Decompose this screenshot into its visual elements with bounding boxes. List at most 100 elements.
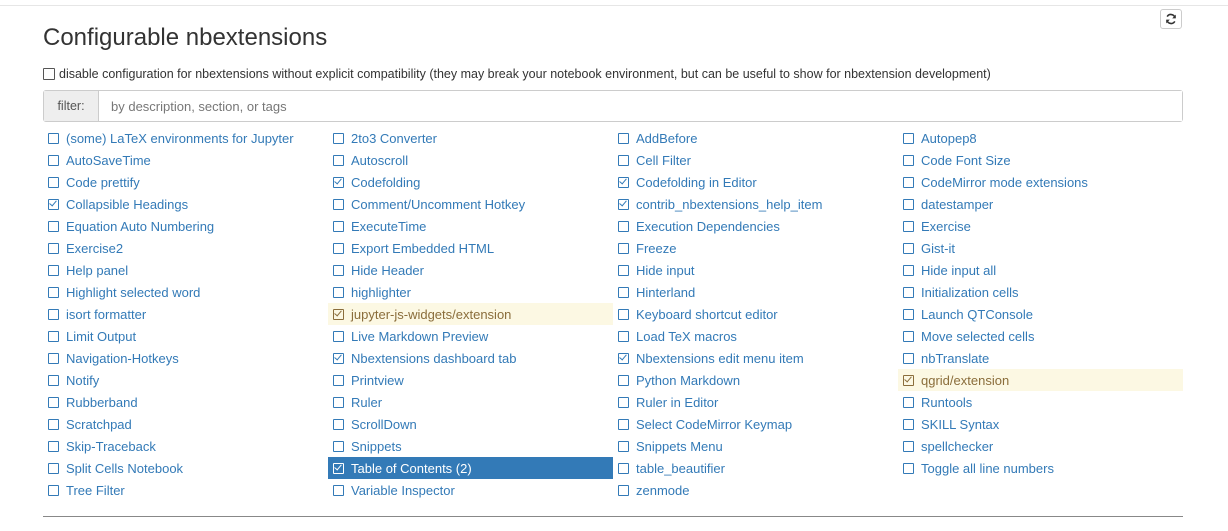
enable-checkbox[interactable] (333, 220, 344, 232)
enable-checkbox[interactable] (48, 132, 59, 144)
nbextension-item[interactable]: contrib_nbextensions_help_item (613, 193, 898, 215)
nbextension-item[interactable]: Hinterland (613, 281, 898, 303)
enable-checkbox[interactable] (48, 154, 59, 166)
nbextension-item[interactable]: Printview (328, 369, 613, 391)
enable-checkbox[interactable] (903, 242, 914, 254)
nbextension-item[interactable]: Hide Header (328, 259, 613, 281)
enable-checkbox[interactable] (903, 132, 914, 144)
nbextension-item[interactable]: CodeMirror mode extensions (898, 171, 1183, 193)
nbextension-item[interactable]: Limit Output (43, 325, 328, 347)
nbextension-item[interactable]: Freeze (613, 237, 898, 259)
nbextension-item[interactable]: ScrollDown (328, 413, 613, 435)
nbextension-item[interactable]: Equation Auto Numbering (43, 215, 328, 237)
enable-checkbox[interactable] (903, 374, 914, 386)
nbextension-item[interactable]: Runtools (898, 391, 1183, 413)
nbextension-item[interactable]: Highlight selected word (43, 281, 328, 303)
nbextension-item[interactable]: Execution Dependencies (613, 215, 898, 237)
enable-checkbox[interactable] (48, 264, 59, 276)
enable-checkbox[interactable] (48, 242, 59, 254)
enable-checkbox[interactable] (618, 308, 629, 320)
enable-checkbox[interactable] (618, 154, 629, 166)
enable-checkbox[interactable] (333, 242, 344, 254)
nbextension-item[interactable]: jupyter-js-widgets/extension (328, 303, 613, 325)
nbextension-item[interactable]: Launch QTConsole (898, 303, 1183, 325)
enable-checkbox[interactable] (618, 176, 629, 188)
nbextension-item[interactable]: (some) LaTeX environments for Jupyter (43, 127, 328, 149)
enable-checkbox[interactable] (333, 264, 344, 276)
enable-checkbox[interactable] (333, 418, 344, 430)
nbextension-item[interactable]: Load TeX macros (613, 325, 898, 347)
nbextension-item[interactable]: Hide input (613, 259, 898, 281)
enable-checkbox[interactable] (48, 396, 59, 408)
enable-checkbox[interactable] (333, 308, 344, 320)
nbextension-item[interactable]: SKILL Syntax (898, 413, 1183, 435)
nbextension-item[interactable]: Exercise (898, 215, 1183, 237)
enable-checkbox[interactable] (48, 418, 59, 430)
enable-checkbox[interactable] (333, 198, 344, 210)
nbextension-item[interactable]: Help panel (43, 259, 328, 281)
enable-checkbox[interactable] (618, 286, 629, 298)
enable-checkbox[interactable] (48, 286, 59, 298)
nbextension-item[interactable]: Keyboard shortcut editor (613, 303, 898, 325)
enable-checkbox[interactable] (48, 462, 59, 474)
enable-checkbox[interactable] (333, 396, 344, 408)
filter-input[interactable] (99, 91, 1182, 121)
enable-checkbox[interactable] (903, 220, 914, 232)
nbextension-item[interactable]: Autoscroll (328, 149, 613, 171)
enable-checkbox[interactable] (333, 374, 344, 386)
enable-checkbox[interactable] (618, 418, 629, 430)
nbextension-item[interactable]: zenmode (613, 479, 898, 501)
enable-checkbox[interactable] (903, 264, 914, 276)
nbextension-item[interactable]: Comment/Uncomment Hotkey (328, 193, 613, 215)
enable-checkbox[interactable] (618, 330, 629, 342)
nbextension-item[interactable]: Hide input all (898, 259, 1183, 281)
enable-checkbox[interactable] (48, 484, 59, 496)
enable-checkbox[interactable] (333, 132, 344, 144)
nbextension-item[interactable]: Gist-it (898, 237, 1183, 259)
enable-checkbox[interactable] (618, 440, 629, 452)
nbextension-item[interactable]: datestamper (898, 193, 1183, 215)
enable-checkbox[interactable] (618, 396, 629, 408)
enable-checkbox[interactable] (48, 374, 59, 386)
nbextension-item[interactable]: AddBefore (613, 127, 898, 149)
nbextension-item[interactable]: Live Markdown Preview (328, 325, 613, 347)
enable-checkbox[interactable] (618, 132, 629, 144)
nbextension-item[interactable]: Tree Filter (43, 479, 328, 501)
compat-checkbox[interactable] (43, 68, 55, 80)
enable-checkbox[interactable] (618, 374, 629, 386)
nbextension-item[interactable]: Select CodeMirror Keymap (613, 413, 898, 435)
nbextension-item[interactable]: Snippets Menu (613, 435, 898, 457)
enable-checkbox[interactable] (618, 242, 629, 254)
nbextension-item[interactable]: Code prettify (43, 171, 328, 193)
enable-checkbox[interactable] (903, 396, 914, 408)
enable-checkbox[interactable] (618, 352, 629, 364)
nbextension-item[interactable]: Navigation-Hotkeys (43, 347, 328, 369)
nbextension-item[interactable]: Table of Contents (2) (328, 457, 613, 479)
enable-checkbox[interactable] (618, 484, 629, 496)
nbextension-item[interactable]: Snippets (328, 435, 613, 457)
enable-checkbox[interactable] (903, 418, 914, 430)
enable-checkbox[interactable] (333, 176, 344, 188)
nbextension-item[interactable]: Rubberband (43, 391, 328, 413)
enable-checkbox[interactable] (903, 330, 914, 342)
nbextension-item[interactable]: Move selected cells (898, 325, 1183, 347)
nbextension-item[interactable]: isort formatter (43, 303, 328, 325)
nbextension-item[interactable]: Exercise2 (43, 237, 328, 259)
nbextension-item[interactable]: Variable Inspector (328, 479, 613, 501)
nbextension-item[interactable]: Ruler in Editor (613, 391, 898, 413)
nbextension-item[interactable]: Codefolding (328, 171, 613, 193)
enable-checkbox[interactable] (618, 220, 629, 232)
nbextension-item[interactable]: spellchecker (898, 435, 1183, 457)
enable-checkbox[interactable] (903, 440, 914, 452)
compat-option[interactable]: disable configuration for nbextensions w… (43, 64, 991, 84)
nbextension-item[interactable]: Python Markdown (613, 369, 898, 391)
nbextension-item[interactable]: Code Font Size (898, 149, 1183, 171)
nbextension-item[interactable]: Notify (43, 369, 328, 391)
enable-checkbox[interactable] (903, 176, 914, 188)
nbextension-item[interactable]: Autopep8 (898, 127, 1183, 149)
nbextension-item[interactable]: nbTranslate (898, 347, 1183, 369)
nbextension-item[interactable]: Collapsible Headings (43, 193, 328, 215)
nbextension-item[interactable]: AutoSaveTime (43, 149, 328, 171)
nbextension-item[interactable]: Ruler (328, 391, 613, 413)
enable-checkbox[interactable] (333, 462, 344, 474)
